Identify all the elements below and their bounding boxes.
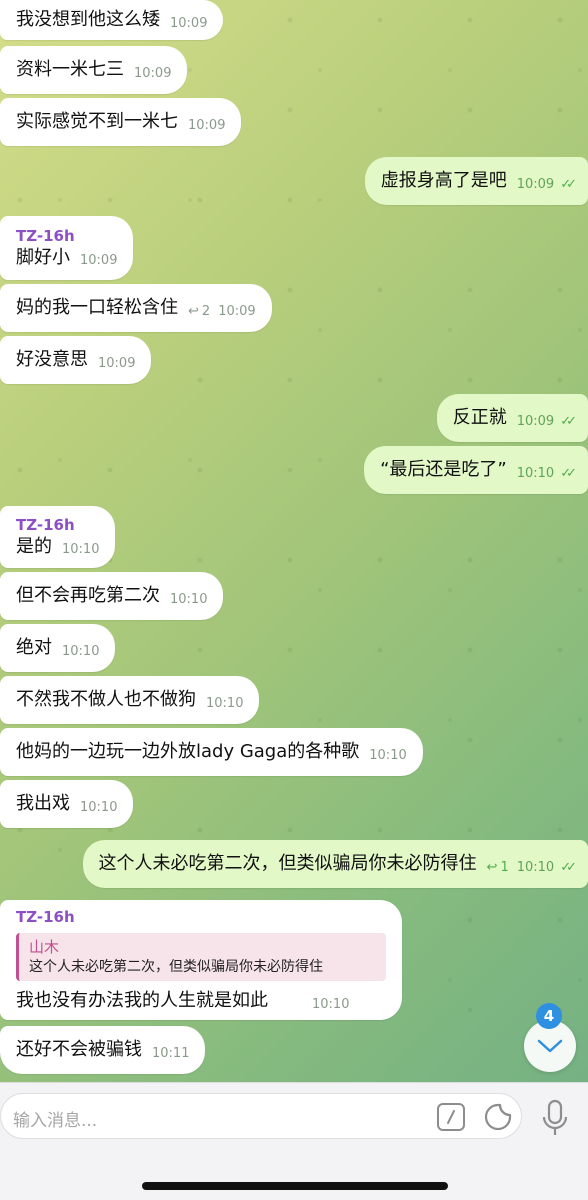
message-input-placeholder: 输入消息...	[13, 1111, 98, 1131]
message-time: 10:10	[80, 799, 118, 815]
message-text: 好没意思	[16, 349, 88, 370]
composer-bar: 输入消息...	[0, 1082, 588, 1200]
message-time: 10:09	[134, 65, 172, 81]
message-time: 10:09	[170, 15, 208, 31]
message-text: 反正就	[452, 407, 507, 428]
sender-name[interactable]: TZ-16h	[16, 515, 75, 535]
message-time: 10:10	[206, 695, 244, 711]
quote-text: 这个人未必吃第二次，但类似骗局你未必防得住	[29, 959, 323, 975]
message-bubble-outgoing[interactable]: 这个人未必吃第二次，但类似骗局你未必防得住 ↩ 1 10:10 ✓✓	[82, 840, 588, 888]
message-time: 10:10	[62, 541, 100, 557]
message-bubble[interactable]: 实际感觉不到一米七 10:09	[0, 98, 242, 146]
read-check-icon: ✓✓	[560, 859, 577, 875]
replies-indicator[interactable]: ↩ 2	[188, 304, 210, 319]
message-bubble[interactable]: 资料一米七三 10:09	[0, 46, 188, 94]
message-text: 是的	[16, 536, 52, 557]
message-time: 10:09	[188, 117, 226, 133]
message-text: 脚好小	[16, 247, 70, 268]
message-bubble[interactable]: 不然我不做人也不做狗 10:10	[0, 676, 260, 724]
message-meta: 10:09 ✓✓	[516, 413, 577, 429]
message-bubble[interactable]: 还好不会被骗钱 10:11	[0, 1026, 206, 1074]
sender-name[interactable]: TZ-16h	[16, 226, 75, 246]
quoted-message[interactable]: 山木 这个人未必吃第二次，但类似骗局你未必防得住	[16, 933, 386, 981]
message-bubble[interactable]: TZ-16h 是的 10:10	[0, 506, 116, 568]
message-text: 我也没有办法我的人生就是如此	[16, 990, 268, 1011]
read-check-icon: ✓✓	[560, 465, 577, 481]
message-time: 10:11	[152, 1045, 190, 1061]
message-time: 10:09	[98, 355, 136, 371]
message-time: 10:10	[62, 643, 100, 659]
microphone-icon[interactable]	[540, 1099, 570, 1139]
message-text: 他妈的一边玩一边外放lady Gaga的各种歌	[16, 741, 360, 762]
read-check-icon: ✓✓	[560, 176, 577, 192]
message-bubble-outgoing[interactable]: “最后还是吃了” 10:10 ✓✓	[364, 446, 588, 494]
message-bubble[interactable]: 他妈的一边玩一边外放lady Gaga的各种歌 10:10	[0, 728, 423, 776]
replies-indicator[interactable]: ↩ 1	[487, 860, 509, 875]
message-bubble[interactable]: 好没意思 10:09	[0, 336, 152, 384]
message-bubble-outgoing[interactable]: 反正就 10:09 ✓✓	[436, 394, 588, 442]
message-text: 实际感觉不到一米七	[16, 111, 178, 132]
message-input[interactable]: 输入消息...	[0, 1093, 522, 1139]
message-text: 妈的我一口轻松含住	[16, 297, 178, 318]
message-time: 10:10	[312, 996, 350, 1012]
message-text: 我没想到他这么矮	[16, 9, 160, 30]
message-time: 10:09	[80, 252, 118, 268]
message-text: 不然我不做人也不做狗	[16, 689, 196, 710]
reply-count: 1	[500, 859, 509, 875]
message-text: “最后还是吃了”	[380, 459, 507, 480]
message-meta: ↩ 1 10:10 ✓✓	[487, 859, 577, 875]
message-text: 虚报身高了是吧	[380, 170, 507, 191]
message-bubble[interactable]: 但不会再吃第二次 10:10	[0, 572, 224, 620]
chevron-down-icon	[537, 1039, 563, 1053]
message-meta: 10:09 ✓✓	[516, 176, 577, 192]
read-check-icon: ✓✓	[560, 413, 577, 429]
commands-button[interactable]	[437, 1103, 465, 1131]
message-bubble[interactable]: 我没想到他这么矮 10:09	[0, 0, 224, 40]
message-meta: 10:10 ✓✓	[516, 465, 577, 481]
unread-count-badge: 4	[536, 1003, 562, 1029]
message-time: 10:09	[516, 413, 555, 429]
home-indicator	[142, 1182, 448, 1190]
sticker-icon[interactable]	[483, 1102, 513, 1132]
message-bubble[interactable]: 我出戏 10:10	[0, 780, 134, 828]
reply-count: 2	[201, 303, 211, 319]
message-text: 还好不会被骗钱	[16, 1039, 142, 1060]
message-bubble[interactable]: TZ-16h 山木 这个人未必吃第二次，但类似骗局你未必防得住 我也没有办法我的…	[0, 900, 402, 1020]
message-text: 绝对	[16, 637, 52, 658]
message-text: 这个人未必吃第二次，但类似骗局你未必防得住	[98, 853, 477, 874]
message-time: 10:09	[218, 303, 256, 319]
slash-icon	[447, 1110, 455, 1124]
message-time: 10:10	[170, 591, 208, 607]
reply-arrow-icon: ↩	[486, 859, 498, 875]
message-bubble[interactable]: 绝对 10:10	[0, 624, 116, 672]
message-bubble[interactable]: 妈的我一口轻松含住 ↩ 2 10:09	[0, 284, 272, 332]
message-time: 10:10	[369, 747, 407, 763]
reply-arrow-icon: ↩	[188, 303, 199, 319]
quote-author: 山木	[29, 938, 60, 956]
message-text: 资料一米七三	[16, 59, 124, 80]
message-text: 但不会再吃第二次	[16, 585, 160, 606]
message-time: 10:10	[516, 465, 555, 481]
message-meta: ↩ 2 10:09	[188, 304, 256, 319]
sender-name[interactable]: TZ-16h	[16, 907, 75, 927]
message-time: 10:10	[516, 859, 555, 875]
message-bubble[interactable]: TZ-16h 脚好小 10:09	[0, 216, 134, 280]
message-text: 我出戏	[16, 793, 70, 814]
message-bubble-outgoing[interactable]: 虚报身高了是吧 10:09 ✓✓	[364, 157, 588, 205]
message-time: 10:09	[516, 176, 555, 192]
message-list[interactable]: 我没想到他这么矮 10:09 资料一米七三 10:09 实际感觉不到一米七 10…	[0, 0, 588, 1082]
